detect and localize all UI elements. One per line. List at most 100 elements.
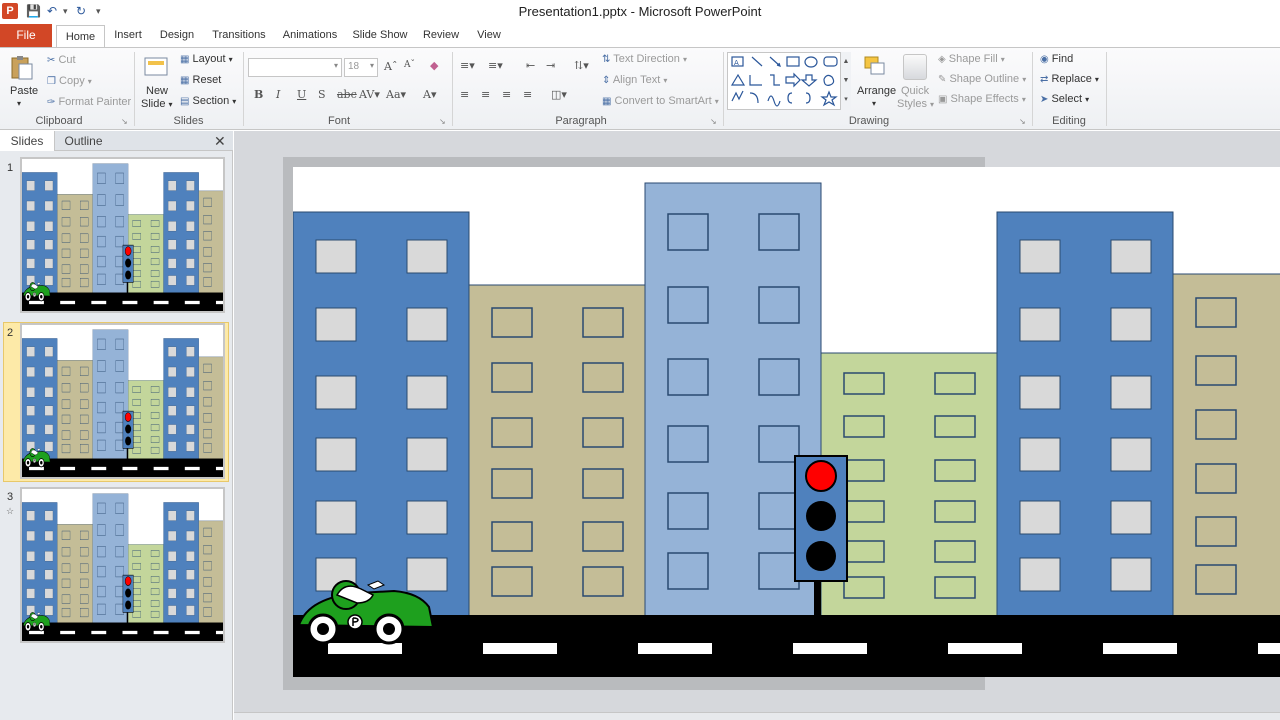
font-launcher-icon[interactable]: ↘ [439, 117, 446, 126]
drawing-launcher-icon[interactable]: ↘ [1019, 117, 1026, 126]
font-color-icon[interactable]: A▾ [423, 88, 436, 101]
format-painter-label: Format Painter [58, 96, 132, 108]
clear-formatting-icon[interactable]: ◆ [430, 59, 438, 72]
tab-transitions[interactable]: Transitions [207, 24, 271, 47]
replace-dropdown-icon: ▾ [1094, 75, 1099, 84]
clipboard-group-label: Clipboard [35, 115, 83, 127]
format-painter-button[interactable]: ✑ Format Painter [47, 96, 131, 108]
slide-canvas[interactable] [293, 167, 1280, 677]
tab-design[interactable]: Design [155, 24, 199, 47]
bullets-icon[interactable]: ≡▾ [460, 59, 475, 72]
slide-thumbnail-1[interactable] [20, 157, 236, 313]
cut-button[interactable]: ✂ Cut [47, 54, 76, 66]
tab-insert[interactable]: Insert [109, 24, 147, 47]
clipboard-launcher-icon[interactable]: ↘ [121, 117, 128, 126]
section-dropdown-icon: ▾ [232, 97, 237, 106]
new-slide-icon [144, 57, 168, 76]
shape-effects-label: Shape Effects [950, 93, 1019, 105]
quick-styles-label-2: Styles [897, 98, 927, 110]
increase-indent-icon[interactable]: ⇥ [546, 59, 555, 72]
align-right-icon[interactable]: ≡ [502, 88, 511, 101]
tab-outline[interactable]: Outline [56, 131, 111, 151]
shape-fill-button[interactable]: ◈ Shape Fill ▾ [938, 53, 1005, 65]
align-center-icon[interactable]: ≡ [481, 88, 490, 101]
select-button[interactable]: ➤ Select ▾ [1040, 93, 1089, 105]
arrange-dropdown-icon[interactable]: ▾ [872, 99, 876, 108]
tab-file[interactable]: File [0, 24, 52, 47]
animation-star-icon: ☆ [6, 506, 15, 516]
grow-font-icon[interactable]: Aˆ [384, 60, 397, 73]
tab-home[interactable]: Home [56, 25, 105, 47]
quick-styles-button[interactable]: Styles ▾ [897, 98, 934, 110]
copy-label: Copy [59, 75, 85, 87]
align-text-button[interactable]: ⇕ Align Text ▾ [602, 74, 667, 86]
slide-thumbnail-3[interactable] [20, 487, 236, 643]
section-button[interactable]: ▤ Section ▾ [180, 95, 236, 107]
font-family-dropdown-icon: ▾ [333, 61, 338, 70]
tab-slide-show[interactable]: Slide Show [349, 24, 411, 47]
paragraph-group-label: Paragraph [555, 115, 607, 127]
replace-button[interactable]: ⇄ Replace ▾ [1040, 73, 1099, 85]
font-group-label: Font [327, 115, 350, 127]
brush-icon: ✑ [47, 96, 56, 108]
copy-button[interactable]: ❐ Copy ▾ [47, 75, 92, 87]
shape-fill-label: Shape Fill [948, 53, 998, 65]
text-shadow-icon[interactable]: S [318, 88, 326, 101]
title-bar: P 💾 ↶ ▾ ↻ ▾ Presentation1.pptx - Microso… [0, 0, 1280, 24]
character-spacing-icon[interactable]: AV▾ [359, 88, 380, 101]
numbering-icon[interactable]: ≡▾ [488, 59, 503, 72]
shape-outline-button[interactable]: ✎ Shape Outline ▾ [938, 73, 1026, 85]
shape-outline-label: Shape Outline [949, 73, 1020, 85]
decrease-indent-icon[interactable]: ⇤ [526, 59, 535, 72]
replace-label: Replace [1051, 73, 1092, 85]
line-spacing-icon[interactable]: ⇅▾ [574, 59, 589, 72]
slide-city-scene [293, 167, 1280, 677]
paste-dropdown-icon[interactable]: ▾ [17, 99, 21, 108]
layout-button[interactable]: ▦ Layout ▾ [180, 53, 233, 65]
underline-icon[interactable]: U [297, 88, 306, 101]
tab-animations[interactable]: Animations [279, 24, 341, 47]
bold-icon[interactable]: B [254, 88, 263, 101]
select-label: Select [1051, 93, 1083, 105]
font-size-input[interactable]: 18 ▾ [344, 58, 378, 77]
strikethrough-icon[interactable]: abc [337, 88, 357, 101]
paragraph-launcher-icon[interactable]: ↘ [710, 117, 717, 126]
italic-icon[interactable]: I [276, 88, 280, 101]
find-button[interactable]: ◉ Find [1040, 53, 1073, 65]
shapes-gallery[interactable]: A [727, 52, 851, 110]
layout-icon: ▦ [180, 53, 190, 65]
font-family-input[interactable]: ▾ [248, 58, 342, 77]
shrink-font-icon[interactable]: Aˇ [404, 60, 415, 70]
replace-icon: ⇄ [1040, 73, 1049, 85]
justify-icon[interactable]: ≡ [523, 88, 532, 101]
tab-review[interactable]: Review [419, 24, 463, 47]
tab-slides[interactable]: Slides [0, 131, 55, 151]
arrange-button[interactable]: Arrange [857, 85, 896, 97]
shape-effects-dropdown-icon: ▾ [1021, 95, 1026, 104]
horizontal-scrollbar[interactable] [234, 712, 1280, 720]
convert-smartart-button[interactable]: ▦ Convert to SmartArt ▾ [602, 95, 719, 107]
text-direction-button[interactable]: ⇅ Text Direction ▾ [602, 53, 687, 65]
layout-label: Layout [192, 53, 226, 65]
paste-button[interactable]: Paste [10, 85, 38, 97]
find-label: Find [1051, 53, 1074, 65]
arrange-icon [864, 56, 885, 75]
new-slide-button[interactable]: Slide ▾ [141, 98, 173, 110]
columns-icon[interactable]: ◫▾ [551, 88, 567, 101]
shape-effects-button[interactable]: ▣ Shape Effects ▾ [938, 93, 1026, 105]
section-icon: ▤ [180, 95, 190, 107]
tab-view[interactable]: View [471, 24, 507, 47]
shapes-gallery-scroll[interactable]: ▲ ▼ ▾ [840, 52, 851, 110]
slide-number: 1 [7, 162, 14, 174]
slide-thumbnail-2[interactable] [20, 323, 236, 479]
new-slide-label-1[interactable]: New [146, 85, 168, 97]
reset-button[interactable]: ▦ Reset [180, 74, 221, 86]
slide-number: 2 [7, 327, 14, 339]
font-size-dropdown-icon: ▾ [369, 61, 374, 70]
change-case-icon[interactable]: Aa▾ [386, 88, 406, 101]
close-pane-icon[interactable]: ✕ [214, 133, 226, 149]
copy-dropdown-icon: ▾ [87, 77, 92, 86]
editing-group-label: Editing [1052, 115, 1086, 127]
quick-styles-label-1[interactable]: Quick [901, 85, 929, 97]
align-left-icon[interactable]: ≡ [460, 88, 469, 101]
